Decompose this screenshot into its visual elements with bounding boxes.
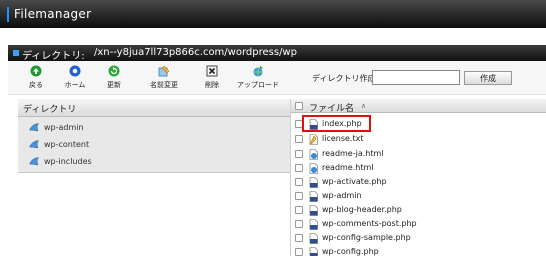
file-checkbox[interactable] <box>295 150 303 158</box>
refresh-button[interactable]: 更新 <box>92 65 136 90</box>
rename-label: 名前変更 <box>150 81 178 89</box>
php-file-icon <box>309 219 318 230</box>
file-name[interactable]: readme.html <box>322 163 374 172</box>
tree-header-label: ディレクトリ <box>23 105 77 115</box>
file-name[interactable]: wp-comments-post.php <box>322 219 417 228</box>
text-file-icon <box>309 134 318 145</box>
upload-label: アップロード <box>237 81 279 89</box>
upload-button[interactable]: アップロード <box>236 65 280 90</box>
php-file-icon <box>309 191 318 202</box>
back-label: 戻る <box>29 81 43 89</box>
mkdir-button[interactable]: 作成 <box>464 71 512 85</box>
tree-header: ディレクトリ <box>18 99 290 117</box>
wordpress-folder-icon <box>29 123 39 132</box>
html-file-icon <box>309 149 318 160</box>
title-accent-bar <box>7 7 9 22</box>
file-checkbox[interactable] <box>295 135 303 143</box>
delete-button[interactable]: 削除 <box>190 65 234 90</box>
php-file-icon <box>309 233 318 244</box>
mkdir-label: ディレクトリ作成 : <box>312 74 381 83</box>
tree-item-wp-content[interactable]: wp-content <box>29 137 89 151</box>
tree-item-wp-includes[interactable]: wp-includes <box>29 154 92 168</box>
tree-item-label: wp-admin <box>44 122 84 132</box>
directory-bar: ディレクトリ: /xn--y8jua7ll73p866c.com/wordpre… <box>8 45 546 62</box>
refresh-icon <box>108 65 120 77</box>
file-checkbox[interactable] <box>295 164 303 172</box>
file-checkbox[interactable] <box>295 248 303 256</box>
directory-path: /xn--y8jua7ll73p866c.com/wordpress/wp <box>94 47 297 58</box>
directory-label: ディレクトリ: <box>22 51 85 62</box>
file-checkbox[interactable] <box>295 206 303 214</box>
back-icon <box>30 65 42 77</box>
back-button[interactable]: 戻る <box>14 65 58 90</box>
file-name[interactable]: readme-ja.html <box>322 149 384 158</box>
filename-column-header[interactable]: ファイル名 <box>309 101 354 114</box>
tree-item-wp-admin[interactable]: wp-admin <box>29 120 84 134</box>
file-row[interactable]: readme.html <box>291 161 546 176</box>
rename-button[interactable]: 名前変更 <box>142 65 186 90</box>
rename-icon <box>158 65 170 77</box>
tree-item-label: wp-content <box>44 139 90 149</box>
file-row[interactable]: wp-blog-header.php <box>291 203 546 218</box>
app-title-bar: Filemanager <box>0 0 546 28</box>
file-checkbox[interactable] <box>295 178 303 186</box>
file-name[interactable]: wp-admin <box>322 191 362 200</box>
upload-icon <box>253 65 263 77</box>
file-row[interactable]: readme-ja.html <box>291 147 546 162</box>
spacer <box>0 28 546 45</box>
home-icon <box>69 65 81 77</box>
file-name[interactable]: license.txt <box>322 134 363 143</box>
wordpress-folder-icon <box>29 157 39 166</box>
file-checkbox[interactable] <box>295 220 303 228</box>
mkdir-input[interactable] <box>372 70 460 85</box>
highlight-box <box>302 115 371 132</box>
file-name[interactable]: wp-blog-header.php <box>322 205 402 214</box>
delete-label: 削除 <box>205 81 219 89</box>
file-row[interactable]: wp-comments-post.php <box>291 217 546 232</box>
php-file-icon <box>309 177 318 188</box>
file-row[interactable]: wp-admin <box>291 189 546 204</box>
home-button[interactable]: ホーム <box>53 65 97 90</box>
select-all-checkbox[interactable] <box>295 102 303 110</box>
file-row[interactable]: wp-activate.php <box>291 175 546 190</box>
refresh-label: 更新 <box>107 81 121 89</box>
html-file-icon <box>309 163 318 174</box>
directory-marker-icon <box>13 50 19 56</box>
home-label: ホーム <box>64 81 86 89</box>
php-file-icon <box>309 247 318 256</box>
tree-item-label: wp-includes <box>44 156 92 166</box>
file-list-header: ファイル名 ∧ <box>291 99 546 114</box>
file-row[interactable]: wp-config-sample.php <box>291 231 546 246</box>
php-file-icon <box>309 205 318 216</box>
file-checkbox[interactable] <box>295 192 303 200</box>
wordpress-folder-icon <box>29 140 39 149</box>
file-name[interactable]: wp-activate.php <box>322 177 387 186</box>
file-row[interactable]: license.txt <box>291 132 546 147</box>
file-row[interactable]: wp-config.php <box>291 245 546 256</box>
file-checkbox[interactable] <box>295 234 303 242</box>
file-name[interactable]: wp-config.php <box>322 247 379 256</box>
app-title: Filemanager <box>14 7 92 21</box>
sort-ascending-icon[interactable]: ∧ <box>361 102 366 110</box>
file-name[interactable]: wp-config-sample.php <box>322 233 411 242</box>
delete-icon <box>206 65 218 77</box>
directory-tree: wp-admin wp-content wp-includes <box>18 117 290 173</box>
